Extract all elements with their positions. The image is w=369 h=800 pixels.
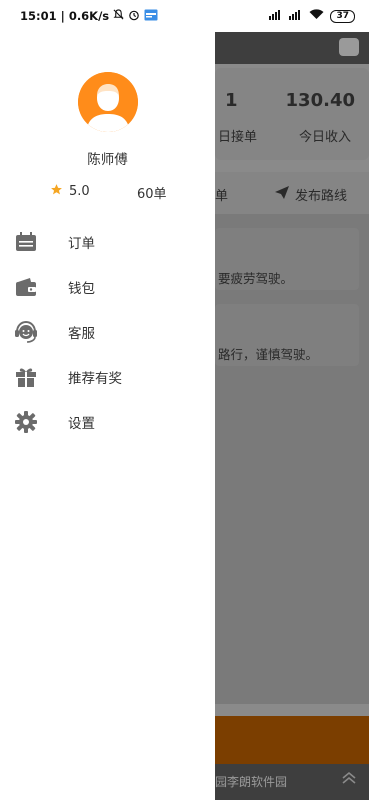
tab-publish-route[interactable]: 发布路线 <box>274 185 347 204</box>
network-speed: 0.6K/s <box>68 9 110 23</box>
menu-item-wallet[interactable]: 钱包 <box>0 264 215 309</box>
chevron-up-icon[interactable] <box>341 770 357 789</box>
alarm-icon <box>128 9 140 24</box>
stat-orders-value: 1 <box>225 90 238 111</box>
stat-income-value: 130.40 <box>285 90 355 111</box>
rating-value: 5.0 <box>69 184 90 199</box>
menu-item-referral[interactable]: 推荐有奖 <box>0 354 215 399</box>
stat-income-label: 今日收入 <box>298 130 351 145</box>
send-icon <box>274 186 289 203</box>
menu-label: 推荐有奖 <box>68 370 122 387</box>
menu-label: 钱包 <box>68 280 95 297</box>
status-time: 15:01 <box>20 9 57 23</box>
navigation-drawer: 陈师傅 5.0 60单 订单 钱包 客服 推荐有奖 设置 <box>0 32 215 800</box>
signal-2-icon <box>289 9 303 23</box>
tab-publish-route-label: 发布路线 <box>294 189 347 204</box>
battery-indicator: 37 <box>330 9 355 23</box>
avatar[interactable] <box>78 72 138 132</box>
wifi-icon <box>309 9 324 23</box>
tab-orders[interactable]: 单 <box>215 185 228 204</box>
notice-text: 路行，谨慎驾驶。 <box>218 347 319 362</box>
user-avatar-icon <box>78 72 138 132</box>
gift-icon <box>14 365 38 389</box>
drawer-menu: 订单 钱包 客服 推荐有奖 设置 <box>0 219 215 444</box>
background-action-bar[interactable] <box>215 716 369 764</box>
chat-icon[interactable] <box>339 38 359 56</box>
menu-item-settings[interactable]: 设置 <box>0 399 215 444</box>
notice-text: 要疲劳驾驶。 <box>218 271 294 286</box>
status-bar: 15:01 | 0.6K/s 37 <box>0 0 369 32</box>
status-right: 37 <box>269 9 355 23</box>
status-left: 15:01 | 0.6K/s <box>20 9 158 24</box>
menu-item-customer-service[interactable]: 客服 <box>0 309 215 354</box>
bell-off-icon <box>113 9 124 23</box>
driver-rating: 5.0 <box>50 183 90 200</box>
menu-label: 客服 <box>68 325 95 342</box>
app-notification-icon <box>144 9 158 24</box>
headset-icon <box>14 320 38 344</box>
background-stats-card <box>215 68 369 160</box>
menu-label: 订单 <box>68 235 95 252</box>
footer-text: 园李朗软件园 <box>215 775 288 789</box>
stat-orders-label: 日接单 <box>218 130 258 145</box>
gear-icon <box>14 410 38 434</box>
order-count: 60单 <box>137 187 167 202</box>
calendar-icon <box>14 230 38 254</box>
wallet-icon <box>14 275 38 299</box>
menu-item-orders[interactable]: 订单 <box>0 219 215 264</box>
signal-1-icon <box>269 9 283 23</box>
menu-label: 设置 <box>68 415 95 432</box>
star-icon <box>50 183 63 200</box>
driver-name: 陈师傅 <box>87 152 128 168</box>
